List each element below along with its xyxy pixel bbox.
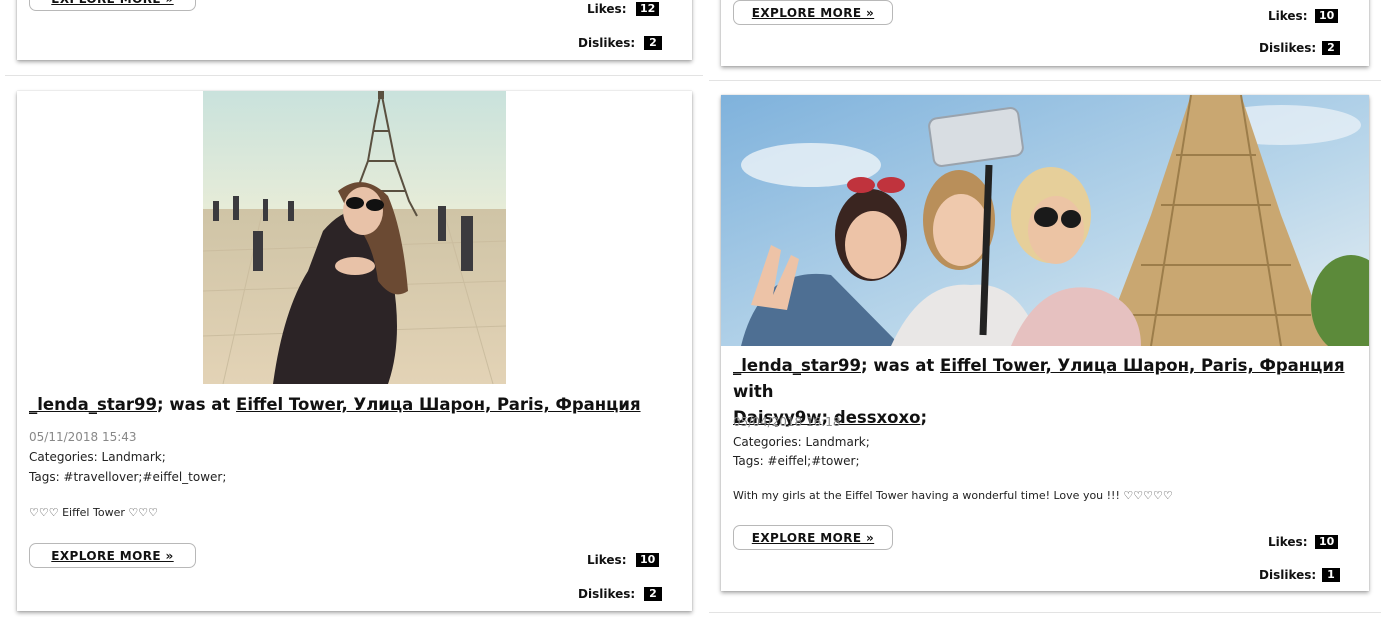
post-date: 05/11/2018 15:43 bbox=[29, 430, 137, 444]
post-categories: Categories: Landmark; bbox=[29, 450, 166, 464]
dislikes-label: Dislikes: bbox=[578, 36, 636, 50]
place-link[interactable]: Eiffel Tower, Улица Шарон, Paris, Франци… bbox=[940, 356, 1345, 375]
post-categories: Categories: Landmark; bbox=[733, 435, 870, 449]
divider bbox=[709, 612, 1381, 613]
friend-link[interactable]: dessxoxo bbox=[834, 408, 921, 427]
user-link[interactable]: _lenda_star99 bbox=[29, 395, 157, 414]
post-caption: ♡♡♡ Eiffel Tower ♡♡♡ bbox=[29, 506, 158, 519]
post-tags: Tags: #eiffel;#tower; bbox=[733, 454, 860, 468]
post-card-top-right: EXPLORE MORE » Likes: 10 Dislikes: 2 bbox=[721, 0, 1369, 66]
likes-count: 10 bbox=[636, 553, 660, 567]
was-at-text: ; was at bbox=[860, 356, 941, 375]
post-card-top-left: EXPLORE MORE » Likes: 12 Dislikes: 2 bbox=[17, 0, 692, 60]
was-at-text: ; was at bbox=[156, 395, 237, 414]
place-link[interactable]: Eiffel Tower, Улица Шарон, Paris, Франци… bbox=[236, 395, 641, 414]
explore-more-button[interactable]: EXPLORE MORE » bbox=[29, 543, 196, 568]
likes-label: Likes: bbox=[1268, 535, 1308, 549]
likes-count: 12 bbox=[636, 2, 660, 16]
explore-more-button[interactable]: EXPLORE MORE » bbox=[733, 0, 893, 25]
post-title: _lenda_star99; was at Eiffel Tower, Улиц… bbox=[29, 392, 679, 418]
post-card: _lenda_star99; was at Eiffel Tower, Улиц… bbox=[17, 91, 692, 611]
divider bbox=[5, 75, 703, 76]
post-photo[interactable] bbox=[203, 91, 506, 384]
likes-label: Likes: bbox=[587, 553, 627, 567]
post-date: 05/04/2018 16:18 bbox=[733, 415, 841, 429]
dislikes-count: 2 bbox=[644, 587, 662, 601]
likes-count: 10 bbox=[1315, 9, 1339, 23]
dislikes-count: 2 bbox=[1322, 41, 1340, 55]
post-photo[interactable] bbox=[721, 95, 1369, 346]
dislikes-label: Dislikes: bbox=[1259, 568, 1317, 582]
explore-more-button[interactable]: EXPLORE MORE » bbox=[29, 0, 196, 11]
separator-text: ; bbox=[920, 408, 928, 427]
dislikes-count: 2 bbox=[644, 36, 662, 50]
dislikes-label: Dislikes: bbox=[578, 587, 636, 601]
divider bbox=[709, 80, 1381, 81]
user-link[interactable]: _lenda_star99 bbox=[733, 356, 861, 375]
likes-count: 10 bbox=[1315, 535, 1339, 549]
likes-label: Likes: bbox=[1268, 9, 1308, 23]
with-text: with bbox=[733, 382, 774, 401]
dislikes-label: Dislikes: bbox=[1259, 41, 1317, 55]
post-card: _lenda_star99; was at Eiffel Tower, Улиц… bbox=[721, 95, 1369, 591]
post-caption: With my girls at the Eiffel Tower having… bbox=[733, 489, 1173, 502]
post-tags: Tags: #travellover;#eiffel_tower; bbox=[29, 470, 227, 484]
explore-more-button[interactable]: EXPLORE MORE » bbox=[733, 525, 893, 550]
likes-label: Likes: bbox=[587, 2, 627, 16]
dislikes-count: 1 bbox=[1322, 568, 1340, 582]
